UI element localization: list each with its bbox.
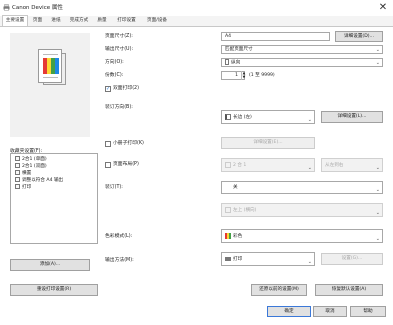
color-mode-select[interactable]: 彩色 ⌄ [221, 229, 383, 243]
copies-label: 份数(C): [105, 73, 124, 78]
page-layout-select[interactable]: 2 合 1 ⌄ [221, 158, 315, 172]
binding-select[interactable]: 长边 (左) ⌄ [221, 110, 315, 124]
tab-paper-source[interactable]: 进纸 [47, 16, 65, 26]
help-button[interactable]: 帮助 [350, 306, 386, 317]
chevron-down-icon: ⌄ [307, 117, 312, 123]
output-size-select[interactable]: 匹配页面尺寸 ⌄ [221, 45, 383, 54]
preview-page-front [38, 49, 62, 83]
favorites-list[interactable]: 2合1 (单面) 2合1 (双面) 横置 调整以符合 A4 输出 打印 [10, 153, 98, 244]
tab-quality[interactable]: 质量 [93, 16, 111, 26]
tab-strip: 主要设置 页面 进纸 完成方式 质量 打印设置 页面/设备 [0, 15, 393, 26]
window-title: Canon Device 属性 [12, 5, 63, 11]
list-item[interactable]: 2合1 (双面) [15, 163, 47, 169]
duplex-label: 双面打印(2) [113, 86, 139, 91]
chevron-down-icon: ⌄ [375, 60, 380, 66]
title-bar: Canon Device 属性 ✕ [0, 0, 393, 16]
staple-position-select[interactable]: 左上 (横向) ⌄ [221, 203, 383, 217]
tab-main-settings[interactable]: 主要设置 [2, 15, 28, 26]
binding-details-button[interactable]: 详细设置(L)... [321, 111, 383, 123]
add-favorite-button[interactable]: 添加(A)... [10, 259, 90, 271]
favorite-icon [15, 177, 20, 182]
favorite-icon [15, 163, 20, 168]
page-size-label: 页面尺寸(Z): [105, 34, 133, 39]
ok-button[interactable]: 确定 [267, 306, 311, 317]
page-layout-label: 页面布局(P) [113, 162, 139, 167]
duplex-checkbox[interactable]: ✓ [105, 86, 111, 92]
output-method-settings-button[interactable]: 设置(G)... [321, 253, 383, 265]
output-method-select[interactable]: 打印 ⌄ [221, 252, 315, 266]
orientation-label: 方向(O): [105, 60, 124, 65]
chevron-down-icon: ⌄ [375, 165, 380, 171]
chevron-down-icon: ⌄ [375, 210, 380, 216]
printer-icon [225, 256, 231, 261]
tab-page[interactable]: 页面 [29, 16, 46, 26]
finishing-select[interactable]: 关 ⌄ [221, 181, 383, 194]
booklet-checkbox[interactable] [105, 141, 111, 147]
chevron-down-icon: ⌄ [375, 236, 380, 242]
orientation-select[interactable]: 纵向 ⌄ [221, 58, 383, 67]
finishing-label: 装订(T): [105, 185, 123, 190]
output-method-label: 输出方法(M): [105, 258, 134, 263]
binding-left-icon [225, 113, 231, 120]
chevron-down-icon: ⌄ [307, 259, 312, 265]
reset-print-settings-button[interactable]: 重设打印设置(R) [10, 284, 98, 296]
portrait-icon [225, 59, 229, 65]
tab-print-settings[interactable]: 打印设置 [113, 16, 140, 26]
page-size-input[interactable]: A4 [221, 32, 330, 41]
binding-label: 装订方向(B): [105, 105, 133, 110]
stepper-arrows-icon[interactable]: ▲ ▼ [241, 71, 246, 80]
list-item[interactable]: 2合1 (单面) [15, 156, 47, 162]
two-up-icon [225, 161, 231, 168]
printer-icon [3, 4, 10, 11]
staple-icon [225, 206, 231, 213]
cancel-button[interactable]: 取消 [313, 306, 347, 317]
copies-range: (1 至 9999) [249, 73, 275, 78]
tab-finishing[interactable]: 完成方式 [66, 16, 92, 26]
list-item[interactable]: 打印 [15, 184, 31, 190]
favorite-icon [15, 184, 20, 189]
favorite-icon [15, 156, 20, 161]
color-icon [225, 232, 231, 239]
output-size-label: 输出尺寸(U): [105, 47, 134, 52]
page-layout-checkbox[interactable] [105, 162, 111, 168]
page-size-details-button[interactable]: 详细设置(D)... [335, 31, 383, 42]
list-item[interactable]: 横置 [15, 170, 31, 176]
page-order-select[interactable]: 从左到右 ⌄ [321, 158, 383, 172]
color-mode-label: 色彩模式(L): [105, 234, 133, 239]
print-preview [10, 33, 90, 137]
booklet-label: 小册子打印(K) [113, 141, 144, 146]
chevron-down-icon: ⌄ [307, 165, 312, 171]
restore-previous-settings-button[interactable]: 还原以前的设置(M) [251, 284, 307, 296]
close-icon[interactable]: ✕ [377, 2, 389, 14]
chevron-down-icon: ⌄ [375, 47, 380, 53]
chevron-down-icon: ⌄ [375, 187, 380, 193]
booklet-details-button[interactable]: 详细设置(E)... [221, 137, 315, 149]
tab-page-device[interactable]: 页面/设备 [142, 16, 172, 26]
favorite-icon [15, 170, 20, 175]
restore-defaults-button[interactable]: 恢复默认设置(A) [315, 284, 383, 296]
list-item[interactable]: 调整以符合 A4 输出 [15, 177, 63, 183]
